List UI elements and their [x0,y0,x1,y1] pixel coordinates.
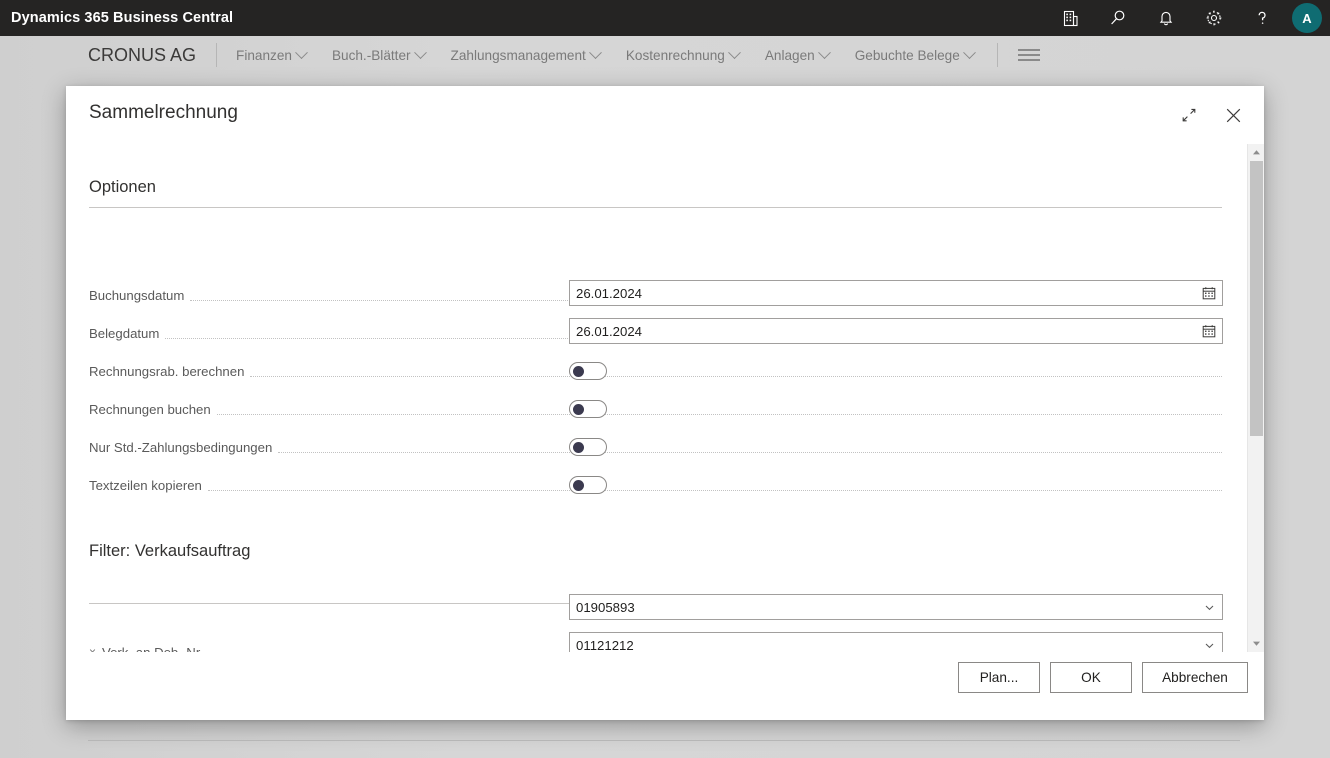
scroll-up-arrow-icon[interactable] [1248,144,1265,161]
app-title: Dynamics 365 Business Central [11,10,234,26]
field-value: 26.01.2024 [576,323,643,339]
hamburger-menu-icon[interactable] [1017,49,1040,61]
toggle-knob [573,441,584,453]
toggle-knob [573,365,584,377]
dialog-window-actions [1174,100,1248,130]
page-header: CRONUS AG Finanzen Buch.-Blätter Zahlung… [0,36,1330,74]
toggle-knob [573,479,584,491]
toggle-row-rechnungsrabatt: Rechnungsrab. berechnen [89,358,1222,384]
cancel-button[interactable]: Abbrechen [1142,662,1248,693]
chevron-down-icon [727,45,741,59]
dialog-scrollbar[interactable] [1247,144,1264,652]
nav-item-label: Kostenrechnung [625,47,725,63]
nav-item-zahlungsmanagement[interactable]: Zahlungsmanagement [438,45,613,63]
nav-item-gebuchte-belege[interactable]: Gebuchte Belege [842,45,987,63]
nav-item-label: Gebuchte Belege [854,47,960,63]
toggle-label: Nur Std.-Zahlungsbedingungen [89,439,273,455]
toggle-row-std-zahlungsbedingungen: Nur Std.-Zahlungsbedingungen [89,434,1222,460]
nav-item-kostenrechnung[interactable]: Kostenrechnung [613,45,752,63]
leader-dots [216,402,1222,415]
nav-item-buch-blaetter[interactable]: Buch.-Blätter [319,45,438,63]
toggle-label: Rechnungen buchen [89,401,211,417]
dialog-title: Sammelrechnung [89,102,238,123]
search-icon[interactable] [1094,0,1142,36]
field-label: Buchungsdatum [89,287,185,303]
field-value: 01905893 [576,599,635,615]
page-nav: CRONUS AG Finanzen Buch.-Blätter Zahlung… [88,36,1040,74]
leader-dots [278,440,1222,453]
chevron-down-icon [817,45,831,59]
toggle-row-textzeilen-kopieren: Textzeilen kopieren [89,472,1222,498]
chevron-down-icon [588,45,602,59]
calendar-icon[interactable] [1196,281,1222,305]
notification-bell-icon[interactable] [1142,0,1190,36]
filter-input-rech-an-deb-nr[interactable]: 01121212 [569,632,1223,652]
page-background-rule [88,740,1240,741]
calendar-icon[interactable] [1196,319,1222,343]
section-divider [89,207,1222,208]
plan-button[interactable]: Plan... [958,662,1040,693]
dialog-header: Sammelrechnung [66,86,1264,144]
toggle-knob [573,403,584,415]
scroll-down-arrow-icon[interactable] [1248,635,1265,652]
help-question-icon[interactable] [1238,0,1286,36]
chevron-down-icon [413,45,427,59]
close-icon[interactable] [1218,100,1248,130]
chevron-down-icon [962,45,976,59]
toggle-rechnungsrabatt-berechnen[interactable] [569,362,607,380]
gear-icon[interactable] [1190,0,1238,36]
nav-item-label: Anlagen [764,47,815,63]
belegdatum-input[interactable]: 26.01.2024 [569,318,1223,344]
toggle-row-rechnungen-buchen: Rechnungen buchen [89,396,1222,422]
nav-divider [996,43,998,67]
toggle-label: Textzeilen kopieren [89,477,202,493]
nav-item-label: Zahlungsmanagement [450,47,586,63]
nav-item-label: Buch.-Blätter [331,47,411,63]
field-value: 01121212 [576,637,634,653]
toggle-rechnungen-buchen[interactable] [569,400,607,418]
section-title-filter: Filter: Verkaufsauftrag [89,542,251,560]
nav-divider [216,43,218,67]
app-bar: Dynamics 365 Business Central A [0,0,1330,36]
sammelrechnung-dialog: Sammelrechnung Optionen Buchungsdatum 26… [66,86,1264,720]
chevron-down-icon[interactable] [1196,633,1222,652]
ok-button[interactable]: OK [1050,662,1132,693]
app-bar-actions: A [1046,0,1330,36]
company-name: CRONUS AG [88,44,197,65]
toggle-textzeilen-kopieren[interactable] [569,476,607,494]
dialog-footer: Plan... OK Abbrechen [66,652,1264,720]
restore-down-icon[interactable] [1174,100,1204,130]
nav-item-finanzen[interactable]: Finanzen [223,45,319,63]
dialog-body: Optionen Buchungsdatum 26.01.2024 Belegd… [66,144,1264,652]
scrollbar-thumb[interactable] [1250,161,1263,436]
leader-dots [207,478,1222,491]
filter-label: Verk. an Deb.-Nr. [102,644,204,653]
toggle-nur-std-zahlungsbedingungen[interactable] [569,438,607,456]
dialog-content: Optionen Buchungsdatum 26.01.2024 Belegd… [66,144,1242,652]
company-icon[interactable] [1046,0,1094,36]
avatar[interactable]: A [1292,3,1322,33]
section-title-optionen: Optionen [89,178,156,196]
chevron-down-icon[interactable] [1196,595,1222,619]
nav-item-anlagen[interactable]: Anlagen [752,45,842,63]
dialog-footer-buttons: Plan... OK Abbrechen [958,662,1248,693]
leader-dots [250,364,1222,377]
nav-item-label: Finanzen [236,47,292,63]
filter-input-verk-an-deb-nr[interactable]: 01905893 [569,594,1223,620]
field-value: 26.01.2024 [576,285,643,301]
buchungsdatum-input[interactable]: 26.01.2024 [569,280,1223,306]
field-label: Belegdatum [89,325,160,341]
toggle-label: Rechnungsrab. berechnen [89,363,245,379]
chevron-down-icon [295,45,308,59]
